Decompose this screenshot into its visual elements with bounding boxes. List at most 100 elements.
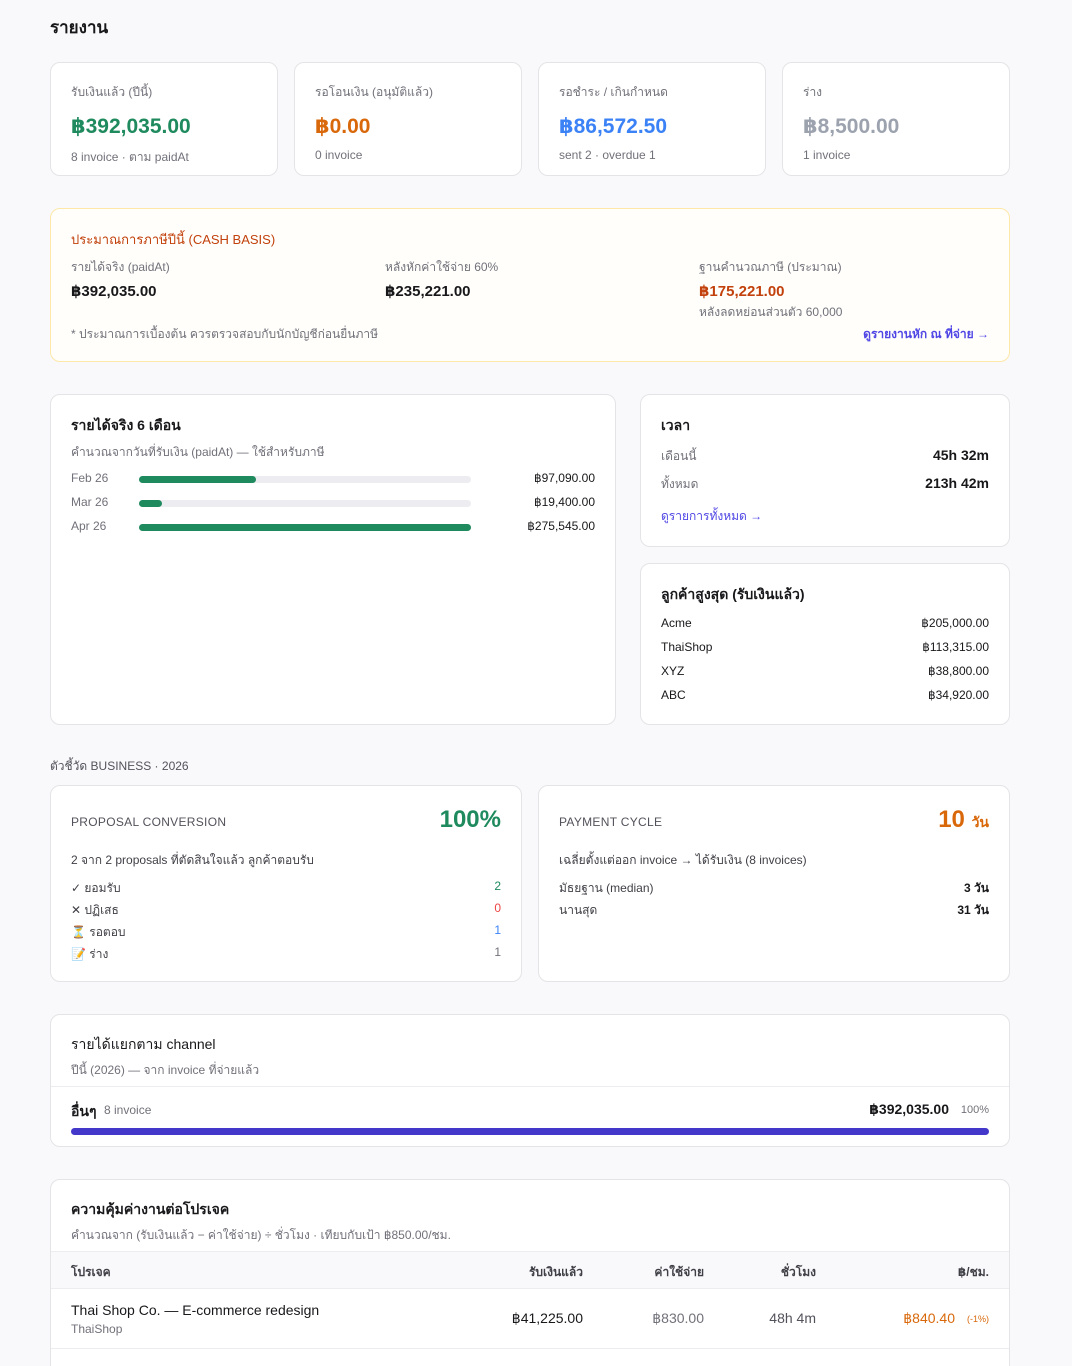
- proposal-row-value: 1: [494, 945, 501, 959]
- metrics-section-label: ตัวชี้วัด BUSINESS · 2026: [50, 759, 189, 773]
- tax-base-value: ฿175,221.00: [699, 283, 785, 300]
- income-title: รายได้จริง 6 เดือน: [71, 417, 181, 433]
- proposal-row-label: ⏳ รอตอบ: [71, 925, 126, 939]
- tax-estimate-card: ประมาณการภาษีปีนี้ (CASH BASIS) รายได้จร…: [50, 208, 1010, 362]
- channel-name: อื่นๆ: [71, 1103, 97, 1119]
- proposal-draft-row: 📝 ร่าง 1: [71, 945, 501, 961]
- proposal-conversion-card: PROPOSAL CONVERSION 100% 2 จาก 2 proposa…: [50, 785, 522, 982]
- payment-max-value: 31 วัน: [957, 903, 989, 917]
- income-bar-fill: [139, 476, 256, 483]
- view-all-time-link[interactable]: ดูรายการทั้งหมด →: [661, 507, 762, 526]
- channel-subtitle: ปีนี้ (2026) — จาก invoice ที่จ่ายแล้ว: [71, 1063, 260, 1077]
- tax-title: ประมาณการภาษีปีนี้ (CASH BASIS): [71, 232, 276, 247]
- project-hours: 48h 4m: [769, 1310, 816, 1326]
- stat-label: ร่าง: [803, 85, 823, 99]
- income-bar-track: [139, 476, 471, 483]
- col-header-received: รับเงินแล้ว: [528, 1265, 583, 1279]
- time-card: เวลา เดือนนี้ 45h 32m ทั้งหมด 213h 42m ด…: [640, 394, 1010, 547]
- income-month: Mar 26: [71, 495, 109, 509]
- time-this-month-row: เดือนนี้ 45h 32m: [661, 447, 989, 465]
- stat-label: รับเงินแล้ว (ปีนี้): [71, 85, 153, 99]
- stat-sub: 1 invoice: [803, 148, 851, 162]
- col-header-rate: ฿/ชม.: [957, 1265, 989, 1279]
- project-expense: ฿830.00: [652, 1310, 704, 1326]
- project-client: ThaiShop: [71, 1322, 123, 1336]
- payment-average-unit: วัน: [971, 814, 989, 830]
- time-this-month-label: เดือนนี้: [661, 449, 697, 463]
- tax-income-col: รายได้จริง (paidAt) ฿392,035.00: [71, 258, 170, 300]
- client-name: ThaiShop: [661, 640, 713, 654]
- stat-sub: sent 2 · overdue 1: [559, 148, 656, 162]
- proposal-rate: 100%: [439, 806, 501, 833]
- payment-cycle-card: PAYMENT CYCLE 10 วัน เฉลี่ยตั้งแต่ออก in…: [538, 785, 1010, 982]
- proposal-row-label: 📝 ร่าง: [71, 947, 109, 961]
- tax-after-expense-col: หลังหักค่าใช้จ่าย 60% ฿235,221.00: [385, 258, 498, 300]
- proposal-row-label: ✓ ยอมรับ: [71, 881, 121, 895]
- divider: [51, 1086, 1009, 1087]
- page-title: รายงาน: [50, 18, 109, 37]
- income-bar-track: [139, 524, 471, 531]
- stat-sub: 0 invoice: [315, 148, 363, 162]
- channel-bar-fill: [71, 1128, 989, 1135]
- client-row: ThaiShop ฿113,315.00: [661, 640, 989, 656]
- income-amount: ฿275,545.00: [527, 519, 595, 533]
- stat-label: รอชำระ / เกินกำหนด: [559, 85, 668, 99]
- top-clients-card: ลูกค้าสูงสุด (รับเงินแล้ว) Acme ฿205,000…: [640, 563, 1010, 725]
- client-name: Acme: [661, 616, 692, 630]
- proposal-pending-row: ⏳ รอตอบ 1: [71, 923, 501, 939]
- tax-income-value: ฿392,035.00: [71, 283, 157, 300]
- stat-value: ฿8,500.00: [803, 115, 900, 138]
- client-amount: ฿38,800.00: [927, 664, 989, 678]
- income-row: Mar 26 ฿19,400.00: [71, 495, 595, 511]
- income-month: Feb 26: [71, 471, 109, 485]
- income-month: Apr 26: [71, 519, 107, 533]
- time-total-value: 213h 42m: [925, 475, 989, 491]
- proposal-row-label: ✕ ปฏิเสธ: [71, 903, 119, 917]
- channel-bar-track: [71, 1128, 989, 1135]
- proposal-desc: 2 จาก 2 proposals ที่ตัดสินใจแล้ว ลูกค้า…: [71, 853, 314, 867]
- income-bar-track: [139, 500, 471, 507]
- proposal-rejected-row: ✕ ปฏิเสธ 0: [71, 901, 501, 917]
- time-title: เวลา: [661, 417, 691, 433]
- tax-base-col: ฐานคำนวณภาษี (ประมาณ) ฿175,221.00 หลังลด…: [699, 258, 842, 322]
- client-amount: ฿205,000.00: [921, 616, 989, 630]
- stat-card-draft: ร่าง ฿8,500.00 1 invoice: [782, 62, 1010, 176]
- project-rate: ฿840.40: [903, 1310, 955, 1326]
- table-header: โปรเจค รับเงินแล้ว ค่าใช้จ่าย ชั่วโมง ฿/…: [51, 1251, 1009, 1289]
- income-row: Apr 26 ฿275,545.00: [71, 519, 595, 535]
- client-row: XYZ ฿38,800.00: [661, 664, 989, 680]
- stat-card-awaiting-transfer: รอโอนเงิน (อนุมัติแล้ว) ฿0.00 0 invoice: [294, 62, 522, 176]
- income-by-channel-card: รายได้แยกตาม channel ปีนี้ (2026) — จาก …: [50, 1014, 1010, 1147]
- payment-title: PAYMENT CYCLE: [559, 815, 663, 829]
- tax-base-sub: หลังลดหย่อนส่วนตัว 60,000: [699, 305, 843, 319]
- time-this-month-value: 45h 32m: [932, 447, 989, 463]
- stat-card-outstanding: รอชำระ / เกินกำหนด ฿86,572.50 sent 2 · o…: [538, 62, 766, 176]
- value-title: ความคุ้มค่างานต่อโปรเจค: [71, 1201, 230, 1217]
- tax-after-expense-label: หลังหักค่าใช้จ่าย 60%: [385, 260, 499, 274]
- client-name: XYZ: [661, 664, 685, 678]
- channel-percent: 100%: [960, 1104, 989, 1116]
- stat-sub: 8 invoice · ตาม paidAt: [71, 150, 189, 164]
- stat-value: ฿0.00: [315, 115, 371, 138]
- proposal-row-value: 1: [494, 923, 501, 937]
- tax-after-expense-value: ฿235,221.00: [385, 283, 471, 300]
- channel-count: 8 invoice: [104, 1103, 152, 1117]
- client-amount: ฿113,315.00: [922, 640, 989, 654]
- project-rate-delta: (-1%): [967, 1314, 989, 1324]
- time-total-label: ทั้งหมด: [661, 477, 699, 491]
- withholding-report-link[interactable]: ดูรายงานหัก ณ ที่จ่าย →: [863, 325, 989, 344]
- stat-value: ฿86,572.50: [559, 115, 668, 138]
- time-total-row: ทั้งหมด 213h 42m: [661, 475, 989, 493]
- tax-income-label: รายได้จริง (paidAt): [71, 260, 170, 274]
- table-row[interactable]: Thai Shop Co. — E-commerce redesign Thai…: [51, 1289, 1009, 1349]
- payment-max-label: นานสุด: [559, 903, 598, 917]
- col-header-project: โปรเจค: [71, 1265, 111, 1279]
- payment-max-row: นานสุด 31 วัน: [559, 901, 989, 917]
- col-header-expense: ค่าใช้จ่าย: [654, 1265, 704, 1279]
- stat-card-paid: รับเงินแล้ว (ปีนี้) ฿392,035.00 8 invoic…: [50, 62, 278, 176]
- clients-title: ลูกค้าสูงสุด (รับเงินแล้ว): [661, 586, 805, 602]
- payment-median-value: 3 วัน: [964, 881, 989, 895]
- payment-average-value: 10: [938, 806, 965, 833]
- client-row: Acme ฿205,000.00: [661, 616, 989, 632]
- client-name: ABC: [661, 688, 686, 702]
